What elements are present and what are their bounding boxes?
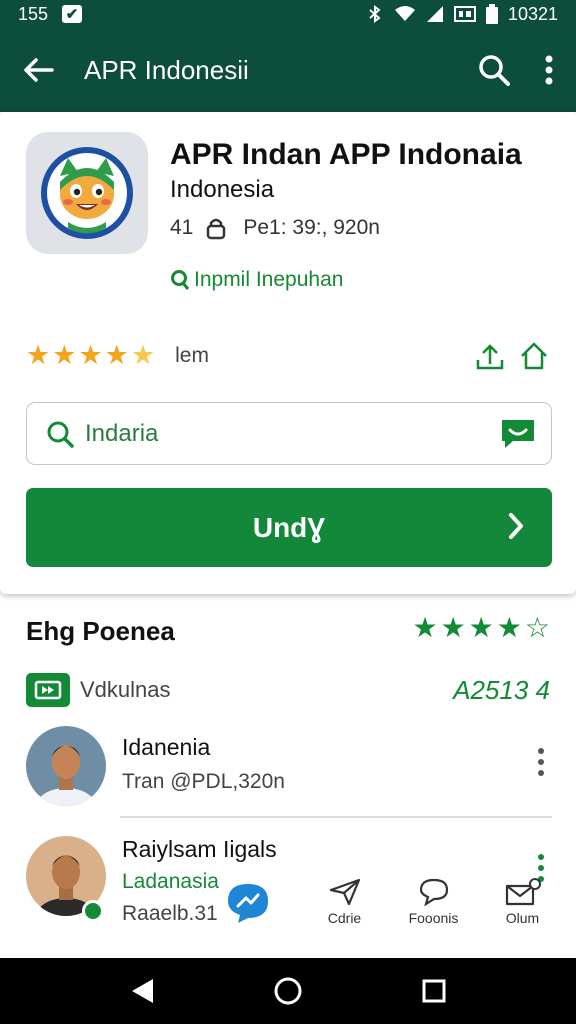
lock-icon — [207, 218, 226, 240]
review-date: Tran @PDL,320n — [122, 770, 285, 793]
search-field-text: Indaria — [85, 419, 159, 447]
more-vert-icon[interactable] — [544, 55, 554, 85]
install-button[interactable]: UndƔ — [26, 488, 552, 567]
star-half-icon: ★ — [130, 340, 156, 370]
search-icon — [47, 421, 74, 448]
star-icon: ★ — [412, 612, 438, 643]
app-detail-card: APR Indan APP Indonaia Indonesia 41 Pe1:… — [0, 112, 576, 594]
star-icon: ★ — [496, 612, 522, 643]
app-meta: 41 Pe1: 39:, 920n — [170, 216, 380, 240]
rating-label: lem — [175, 343, 209, 367]
review-author: Idanenia — [122, 734, 211, 760]
tool-mail-label: Olum — [505, 910, 540, 926]
battery-icon — [485, 4, 498, 24]
search-green-icon — [171, 270, 190, 290]
nav-recents-icon[interactable] — [421, 978, 447, 1004]
star-icon: ★ — [440, 612, 466, 643]
mascot-logo-icon — [41, 147, 133, 239]
video-row-count: A2513 4 — [453, 674, 550, 705]
back-arrow-icon[interactable] — [22, 56, 54, 84]
mail-icon — [505, 878, 541, 906]
review-author: Raiylsam Iigals — [122, 836, 277, 862]
star-icon: ★ — [468, 612, 494, 643]
star-icon: ★ — [78, 340, 103, 370]
share-actions — [474, 340, 550, 372]
app-bar: APR Indonesii — [0, 28, 576, 112]
status-time: 155 — [18, 3, 49, 24]
app-tag[interactable]: Inpmil Inepuhan — [170, 268, 343, 292]
search-field[interactable]: Indaria — [26, 402, 552, 465]
star-icon: ★ — [26, 340, 51, 370]
star-icon: ★ — [52, 340, 77, 370]
section-rating-stars: ★ ★ ★ ★ ☆ — [412, 614, 550, 642]
status-bar: 155 ✔ 10321 — [0, 0, 576, 28]
install-button-label: UndƔ — [252, 511, 326, 543]
video-row-label: Vdkulnas — [80, 677, 171, 702]
notification-check-icon: ✔ — [62, 5, 83, 23]
online-status-icon — [82, 900, 104, 922]
tool-comments[interactable]: Fooonis — [389, 878, 478, 926]
video-icon — [26, 673, 70, 707]
app-icon — [26, 132, 148, 254]
nav-back-icon[interactable] — [129, 977, 155, 1005]
signal-icon — [426, 6, 443, 22]
upload-icon[interactable] — [474, 340, 506, 372]
app-title: APR Indan APP Indonaia — [170, 138, 522, 171]
chevron-right-icon — [509, 513, 523, 539]
chat-bubble-icon[interactable] — [499, 417, 537, 451]
tool-mail[interactable]: Olum — [478, 878, 567, 926]
comment-icon — [419, 878, 448, 906]
app-subtitle: Indonesia — [170, 176, 275, 203]
system-nav-bar — [0, 958, 576, 1024]
rating-row: ★ ★ ★ ★ ★ lem — [26, 342, 209, 369]
tool-send[interactable]: Cdrie — [300, 878, 389, 926]
send-icon — [329, 878, 360, 906]
review-location: Ladanasia — [122, 870, 219, 893]
review-item[interactable]: Idanenia Tran @PDL,320n — [26, 726, 550, 816]
nav-home-icon[interactable] — [273, 976, 303, 1006]
status-clock: 10321 — [507, 3, 558, 24]
review-menu-icon[interactable] — [536, 748, 546, 776]
section-title: Ehg Poenea — [26, 616, 175, 646]
avatar — [26, 726, 106, 806]
sim-icon — [453, 6, 476, 22]
star-empty-icon: ☆ — [524, 612, 550, 643]
tool-comments-label: Fooonis — [408, 910, 459, 926]
meta-text: Pe1: 39:, 920n — [243, 216, 380, 239]
bottom-toolbar: Cdrie Fooonis Olum — [220, 878, 576, 940]
star-icon: ★ — [104, 340, 129, 370]
video-row[interactable]: Vdkulnas A2513 4 — [26, 670, 550, 710]
meta-count: 41 — [170, 216, 194, 239]
app-tag-label: Inpmil Inepuhan — [194, 268, 344, 291]
search-icon[interactable] — [478, 54, 510, 86]
bluetooth-icon — [369, 5, 381, 23]
home-icon[interactable] — [518, 340, 550, 372]
app-bar-title: APR Indonesii — [84, 54, 249, 85]
wifi-icon — [394, 6, 415, 21]
review-date: Raaelb.31 — [122, 902, 218, 925]
tool-send-label: Cdrie — [327, 910, 362, 926]
divider — [120, 816, 552, 818]
